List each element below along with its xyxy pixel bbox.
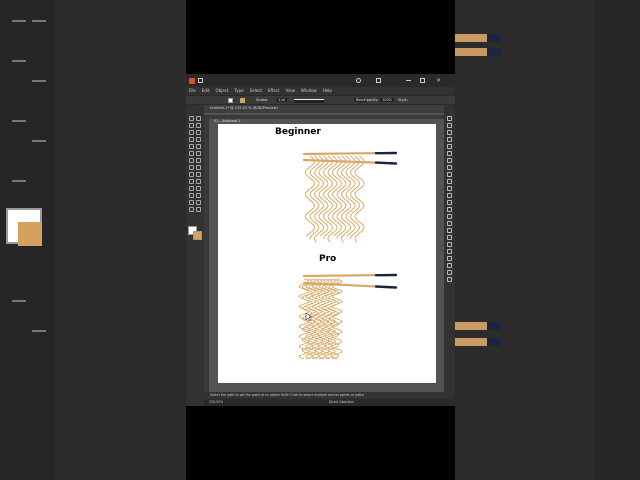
eyedropper-icon[interactable] — [189, 186, 194, 191]
panel-icon[interactable] — [447, 221, 452, 226]
panel-icon[interactable] — [447, 137, 452, 142]
panel-icon[interactable] — [447, 200, 452, 205]
bottom-bar: 235.53% Direct Selection — [204, 399, 455, 406]
lasso-icon[interactable] — [196, 123, 201, 128]
blend-icon[interactable] — [196, 186, 201, 191]
width-icon[interactable] — [189, 165, 194, 170]
panel-icon[interactable] — [447, 256, 452, 261]
panel-icon[interactable] — [447, 228, 452, 233]
panel-icon[interactable] — [447, 242, 452, 247]
zoom-field[interactable]: 235.53% — [209, 399, 223, 406]
rectangle-icon[interactable] — [189, 144, 194, 149]
pen-icon[interactable] — [189, 130, 194, 135]
shape-builder-icon[interactable] — [189, 172, 194, 177]
scale-icon[interactable] — [196, 158, 201, 163]
panel-icon[interactable] — [447, 249, 452, 254]
panel-icon[interactable] — [447, 172, 452, 177]
status-bar: Select the path to set the point of an o… — [204, 392, 455, 399]
panel-icon[interactable] — [447, 144, 452, 149]
panel-icon[interactable] — [447, 214, 452, 219]
panel-icon[interactable] — [447, 165, 452, 170]
video-frame: × File Edit Object Type Select Effect Vi… — [0, 0, 640, 480]
panel-icon[interactable] — [447, 207, 452, 212]
fill-stroke-widget[interactable] — [188, 226, 202, 240]
blurred-panel — [595, 0, 640, 480]
illustrator-window: × File Edit Object Type Select Effect Vi… — [186, 74, 455, 406]
panel-icon[interactable] — [447, 235, 452, 240]
gradient-icon[interactable] — [196, 179, 201, 184]
panel-icon[interactable] — [447, 186, 452, 191]
graph-icon[interactable] — [196, 193, 201, 198]
beginner-chopsticks — [302, 151, 398, 165]
panel-icon[interactable] — [447, 179, 452, 184]
paintbrush-icon[interactable] — [196, 144, 201, 149]
panel-icon[interactable] — [447, 263, 452, 268]
selection-icon[interactable] — [189, 116, 194, 121]
panel-icon[interactable] — [447, 151, 452, 156]
panel-icon[interactable] — [447, 270, 452, 275]
panel-icon[interactable] — [447, 158, 452, 163]
panel-icon[interactable] — [447, 277, 452, 282]
blurred-background-left — [0, 0, 186, 480]
type-icon[interactable] — [189, 137, 194, 142]
panel-icon[interactable] — [447, 193, 452, 198]
artboard-icon[interactable] — [189, 200, 194, 205]
warp-icon[interactable] — [196, 165, 201, 170]
perspective-icon[interactable] — [196, 172, 201, 177]
blurred-background-right — [455, 0, 640, 480]
mesh-icon[interactable] — [189, 179, 194, 184]
pro-noodles — [298, 278, 343, 360]
magic-wand-icon[interactable] — [189, 123, 194, 128]
current-tool-label: Direct Selection — [329, 400, 355, 404]
pro-title: Pro — [319, 254, 337, 264]
panel-icon[interactable] — [447, 130, 452, 135]
beginner-noodles — [305, 155, 365, 243]
rotate-icon[interactable] — [189, 158, 194, 163]
zoom-icon[interactable] — [196, 207, 201, 212]
hand-icon[interactable] — [189, 207, 194, 212]
panel-icon[interactable] — [447, 123, 452, 128]
panel-icon[interactable] — [447, 116, 452, 121]
slice-icon[interactable] — [196, 200, 201, 205]
curvature-icon[interactable] — [196, 130, 201, 135]
symbol-sprayer-icon[interactable] — [189, 193, 194, 198]
pencil-icon[interactable] — [189, 151, 194, 156]
direct-selection-icon[interactable] — [196, 116, 201, 121]
status-hint: Select the path to set the point of an o… — [210, 393, 364, 397]
beginner-title: Beginner — [275, 127, 321, 137]
eraser-icon[interactable] — [196, 151, 201, 156]
artwork — [298, 151, 398, 360]
line-icon[interactable] — [196, 137, 201, 142]
